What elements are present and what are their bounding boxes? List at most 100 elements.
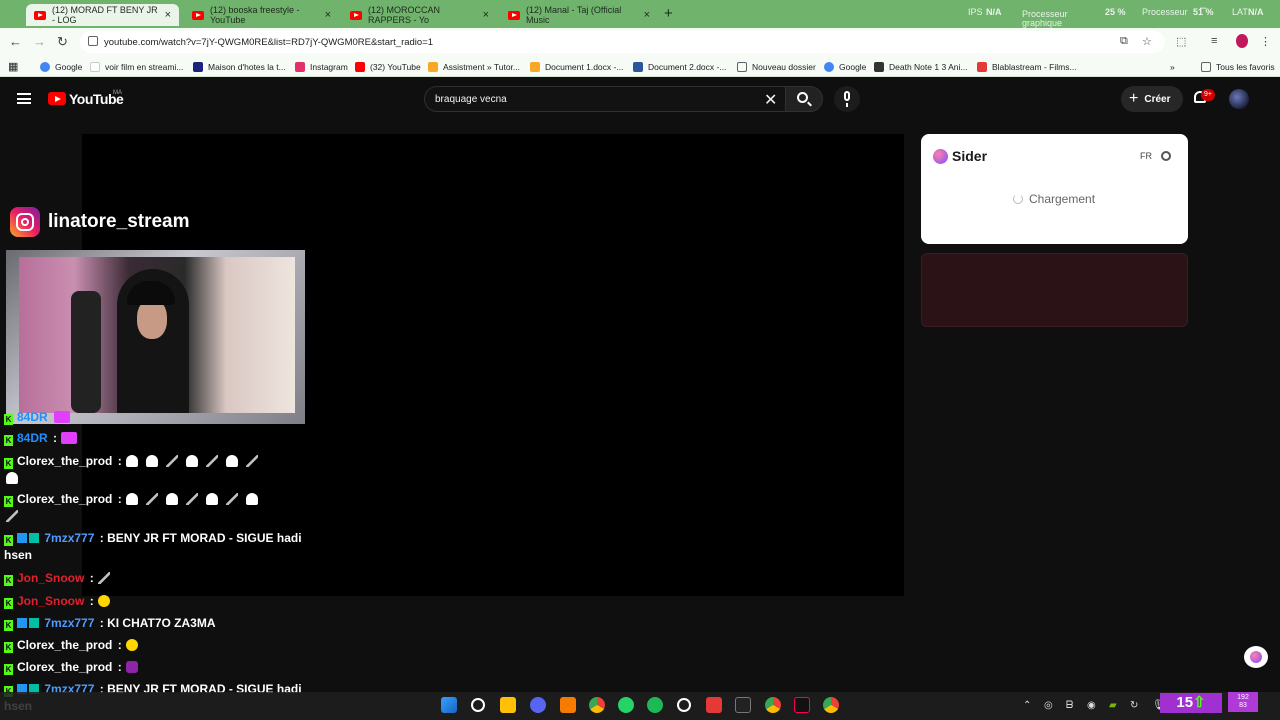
terminal-icon[interactable]: [735, 697, 751, 713]
knife-emote-icon: [185, 493, 198, 505]
emote-icon: [53, 411, 70, 423]
tray-nvidia-icon[interactable]: ▰: [1109, 700, 1117, 711]
tab-label: (12) MORAD FT BENY JR - LOG: [52, 5, 158, 25]
bookmark-maison[interactable]: Maison d'hotes la t...: [193, 60, 286, 73]
bookmark-death-note[interactable]: Death Note 1 3 Ani...: [874, 60, 967, 73]
search-input[interactable]: braquage vecna ✕: [424, 86, 789, 112]
spotify-icon[interactable]: [647, 697, 663, 713]
overlay-gpu-value: 25 %: [1105, 7, 1126, 17]
bookmark-youtube[interactable]: (32) YouTube: [355, 60, 421, 73]
obs-icon[interactable]: [677, 698, 691, 712]
chrome-icon[interactable]: [589, 697, 605, 713]
whatsapp-icon[interactable]: [618, 697, 634, 713]
tray-icon[interactable]: ↻: [1130, 700, 1138, 711]
bookmark-instagram[interactable]: Instagram: [295, 60, 348, 73]
back-arrow-icon[interactable]: ←: [9, 34, 22, 49]
site-info-icon[interactable]: [88, 36, 98, 46]
sider-float-button[interactable]: [1244, 646, 1268, 668]
bookmark-blablastream[interactable]: Blablastream - Films...: [977, 60, 1077, 73]
new-tab-button[interactable]: +: [664, 5, 673, 22]
address-bar[interactable]: youtube.com/watch?v=7jY-QWGM0RE&list=RD7…: [80, 31, 1165, 53]
close-icon[interactable]: ×: [644, 9, 650, 21]
minimize-icon[interactable]: –: [1200, 2, 1206, 14]
bookmark-document-1[interactable]: Document 1.docx -...: [530, 60, 623, 73]
chevron-right-icon[interactable]: »: [1170, 60, 1175, 73]
tray-icon[interactable]: ᗷ: [1066, 700, 1073, 711]
media-controls-icon[interactable]: ≡: [1211, 35, 1217, 47]
search-icon[interactable]: [471, 698, 485, 712]
ghost-emote-icon: [145, 455, 158, 467]
bookmark-folder[interactable]: Nouveau dossier: [737, 60, 816, 73]
youtube-icon: [508, 10, 520, 20]
knife-emote-icon: [225, 493, 238, 505]
close-icon[interactable]: ×: [483, 9, 489, 21]
folder-icon: [737, 61, 747, 72]
extensions-icon[interactable]: ⬚: [1176, 35, 1186, 48]
chat-user: Jon_Snoow: [17, 594, 85, 608]
search-query: braquage vecna: [435, 94, 507, 105]
bookmark-google-2[interactable]: Google: [824, 60, 866, 73]
profile-avatar[interactable]: [1236, 34, 1248, 48]
emoji-icon: [97, 595, 110, 607]
reload-icon[interactable]: ↻: [57, 34, 68, 50]
chat-message: K 7mzx777 : BENY JR FT MORAD - SIGUE had…: [4, 530, 304, 564]
tiktok-icon[interactable]: [794, 697, 810, 713]
bookmark-google[interactable]: Google: [40, 60, 82, 73]
close-icon[interactable]: ×: [165, 9, 171, 21]
forward-arrow-icon[interactable]: →: [33, 34, 46, 49]
apps-grid-icon[interactable]: ▦: [8, 60, 18, 73]
bookmark-label: Tous les favoris: [1216, 61, 1275, 72]
tab-label: (12) booska freestyle - YouTube: [210, 5, 300, 25]
sub-badge-icon: [29, 533, 39, 543]
file-explorer-icon[interactable]: [500, 697, 516, 713]
app-icon[interactable]: [706, 697, 722, 713]
bookmark-document-2[interactable]: Document 2.docx -...: [633, 60, 726, 73]
bookmark-label: Blablastream - Films...: [992, 61, 1077, 72]
clock-line-2: 83: [1239, 702, 1247, 709]
chrome-icon-2[interactable]: [823, 697, 839, 713]
download-icon: [874, 61, 884, 72]
emoji-icon: [125, 639, 138, 651]
search-icon: [797, 92, 808, 103]
discord-icon[interactable]: [530, 697, 546, 713]
tray-discord-icon[interactable]: ◉: [1087, 700, 1096, 711]
bookmark-voir-film[interactable]: voir film en streami...: [90, 60, 183, 73]
youtube-logo-icon[interactable]: [48, 92, 66, 105]
sider-secondary-panel: [921, 253, 1188, 327]
bookmark-star-icon[interactable]: ☆: [1142, 35, 1152, 48]
menu-icon[interactable]: [17, 93, 31, 104]
clear-search-icon[interactable]: ✕: [764, 90, 777, 110]
tab-manal[interactable]: (12) Manal - Taj (Official Music ×: [500, 4, 658, 26]
close-icon[interactable]: ×: [325, 9, 331, 21]
bookmark-label: Google: [839, 61, 867, 72]
overlay-cpu-label: Processeur: [1142, 7, 1188, 17]
search-button[interactable]: [785, 86, 823, 112]
sider-language-button[interactable]: FR: [1140, 151, 1152, 161]
kick-badge-icon: K: [4, 458, 13, 469]
account-avatar[interactable]: [1229, 89, 1249, 109]
create-button[interactable]: + Créer: [1121, 86, 1183, 112]
create-label: Créer: [1144, 93, 1171, 105]
vlc-icon[interactable]: [560, 697, 576, 713]
bookmark-label: voir film en streami...: [105, 61, 184, 72]
kick-badge-icon: K: [4, 575, 13, 586]
tab-morad[interactable]: (12) MORAD FT BENY JR - LOG ×: [26, 4, 179, 26]
bookmark-assistment[interactable]: Assistment » Tutor...: [428, 60, 520, 73]
chat-user: 7mzx777: [44, 531, 95, 545]
chat-text: :: [53, 431, 58, 445]
tray-chevron-up-icon[interactable]: ⌃: [1023, 700, 1031, 711]
chat-text: :: [117, 638, 122, 652]
tab-booska[interactable]: (12) booska freestyle - YouTube ×: [184, 4, 339, 26]
youtube-icon: [192, 10, 204, 20]
chrome-profile-icon[interactable]: [765, 697, 781, 713]
install-icon[interactable]: ⧉: [1120, 35, 1128, 48]
tab-moroccan[interactable]: (12) MOROCCAN RAPPERS - Yo ×: [342, 4, 497, 26]
voice-search-button[interactable]: [834, 86, 860, 112]
ghost-emote-icon: [245, 493, 258, 505]
sider-settings-icon[interactable]: [1161, 151, 1171, 161]
menu-dots-icon[interactable]: ⋮: [1260, 35, 1271, 48]
bookmark-all[interactable]: Tous les favoris: [1201, 60, 1275, 73]
windows-start-icon[interactable]: [441, 697, 457, 713]
taskbar-clock[interactable]: 192 83: [1228, 692, 1258, 712]
tray-icon[interactable]: ◎: [1044, 700, 1053, 711]
